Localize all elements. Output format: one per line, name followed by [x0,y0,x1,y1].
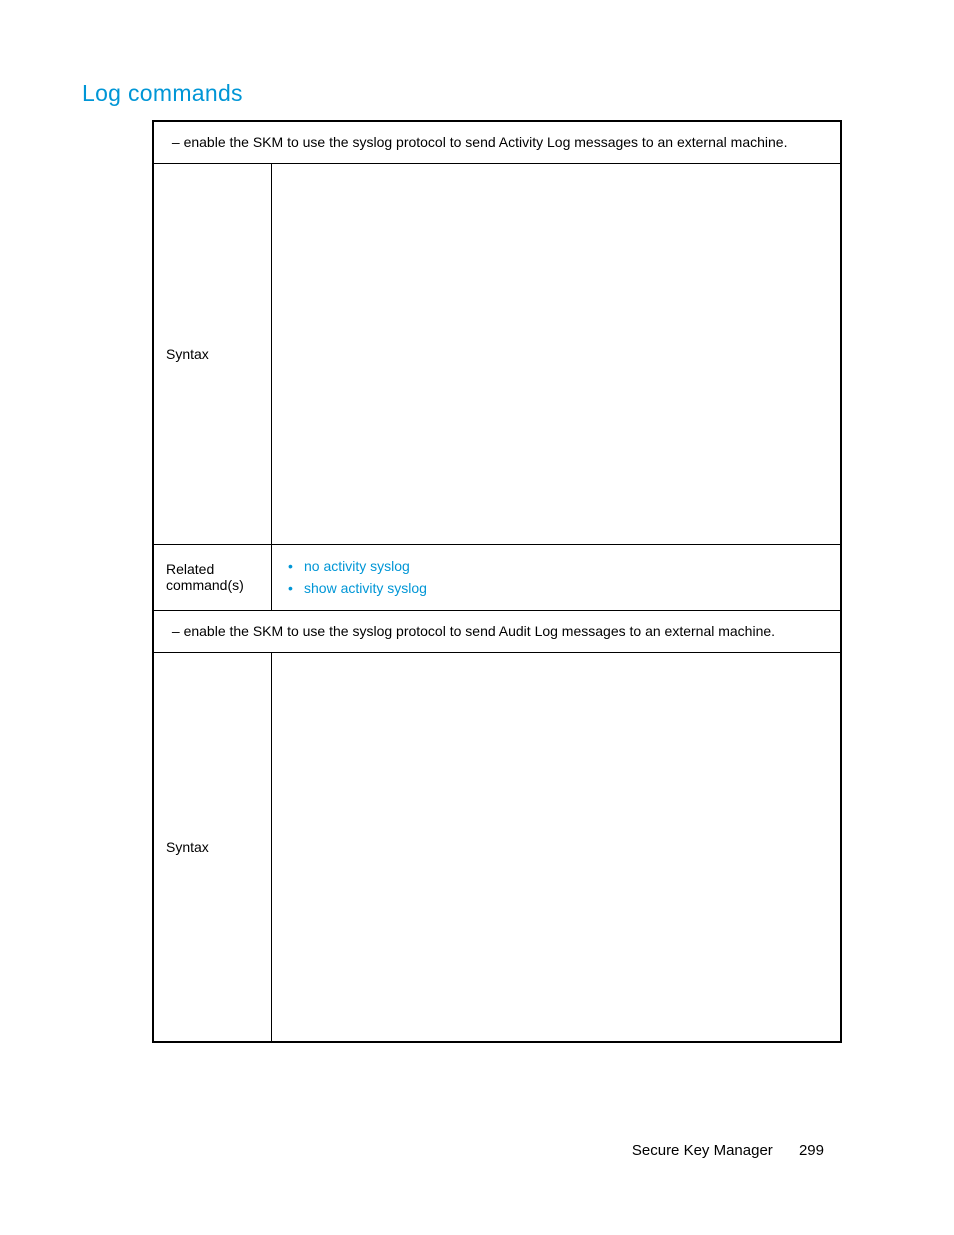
related-commands-content: no activity syslog show activity syslog [272,545,840,610]
syntax-label: Syntax [166,839,209,855]
related-label: Related command(s) [166,561,259,593]
footer-page-number: 299 [799,1142,824,1159]
related-commands-list: no activity syslog show activity syslog [284,555,828,600]
related-label-cell: Related command(s) [154,545,272,610]
related-commands-row: Related command(s) no activity syslog sh… [154,545,840,611]
page-footer: Secure Key Manager 299 [632,1142,824,1159]
related-command-item[interactable]: show activity syslog [284,577,828,599]
related-command-item[interactable]: no activity syslog [284,555,828,577]
audit-description-text: – enable the SKM to use the syslog proto… [168,621,775,642]
activity-syntax-content [272,164,840,544]
activity-description-row: – enable the SKM to use the syslog proto… [154,122,840,164]
page-title: Log commands [82,80,243,107]
audit-syntax-content [272,653,840,1041]
activity-syntax-row: Syntax [154,164,840,545]
commands-table: – enable the SKM to use the syslog proto… [152,120,842,1043]
footer-product-name: Secure Key Manager [632,1142,773,1159]
audit-syntax-row: Syntax [154,653,840,1041]
audit-description-row: – enable the SKM to use the syslog proto… [154,611,840,653]
activity-description-text: – enable the SKM to use the syslog proto… [168,132,787,153]
syntax-label: Syntax [166,346,209,362]
syntax-label-cell: Syntax [154,653,272,1041]
syntax-label-cell: Syntax [154,164,272,544]
